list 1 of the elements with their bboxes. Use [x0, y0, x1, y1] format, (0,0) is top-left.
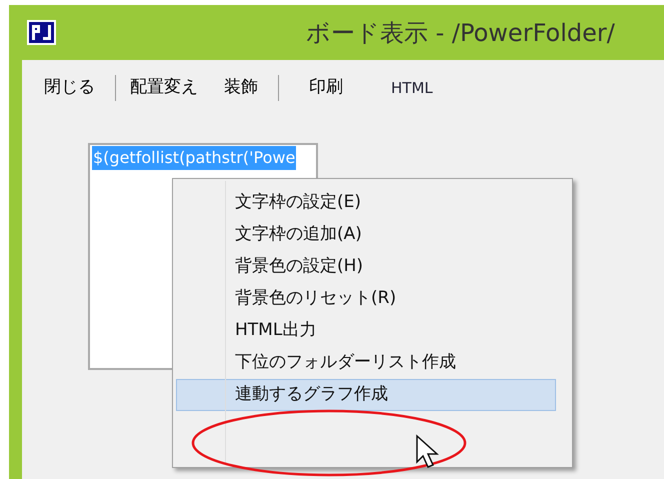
window-title: ボード表示 - /PowerFolder/ [306, 18, 615, 48]
